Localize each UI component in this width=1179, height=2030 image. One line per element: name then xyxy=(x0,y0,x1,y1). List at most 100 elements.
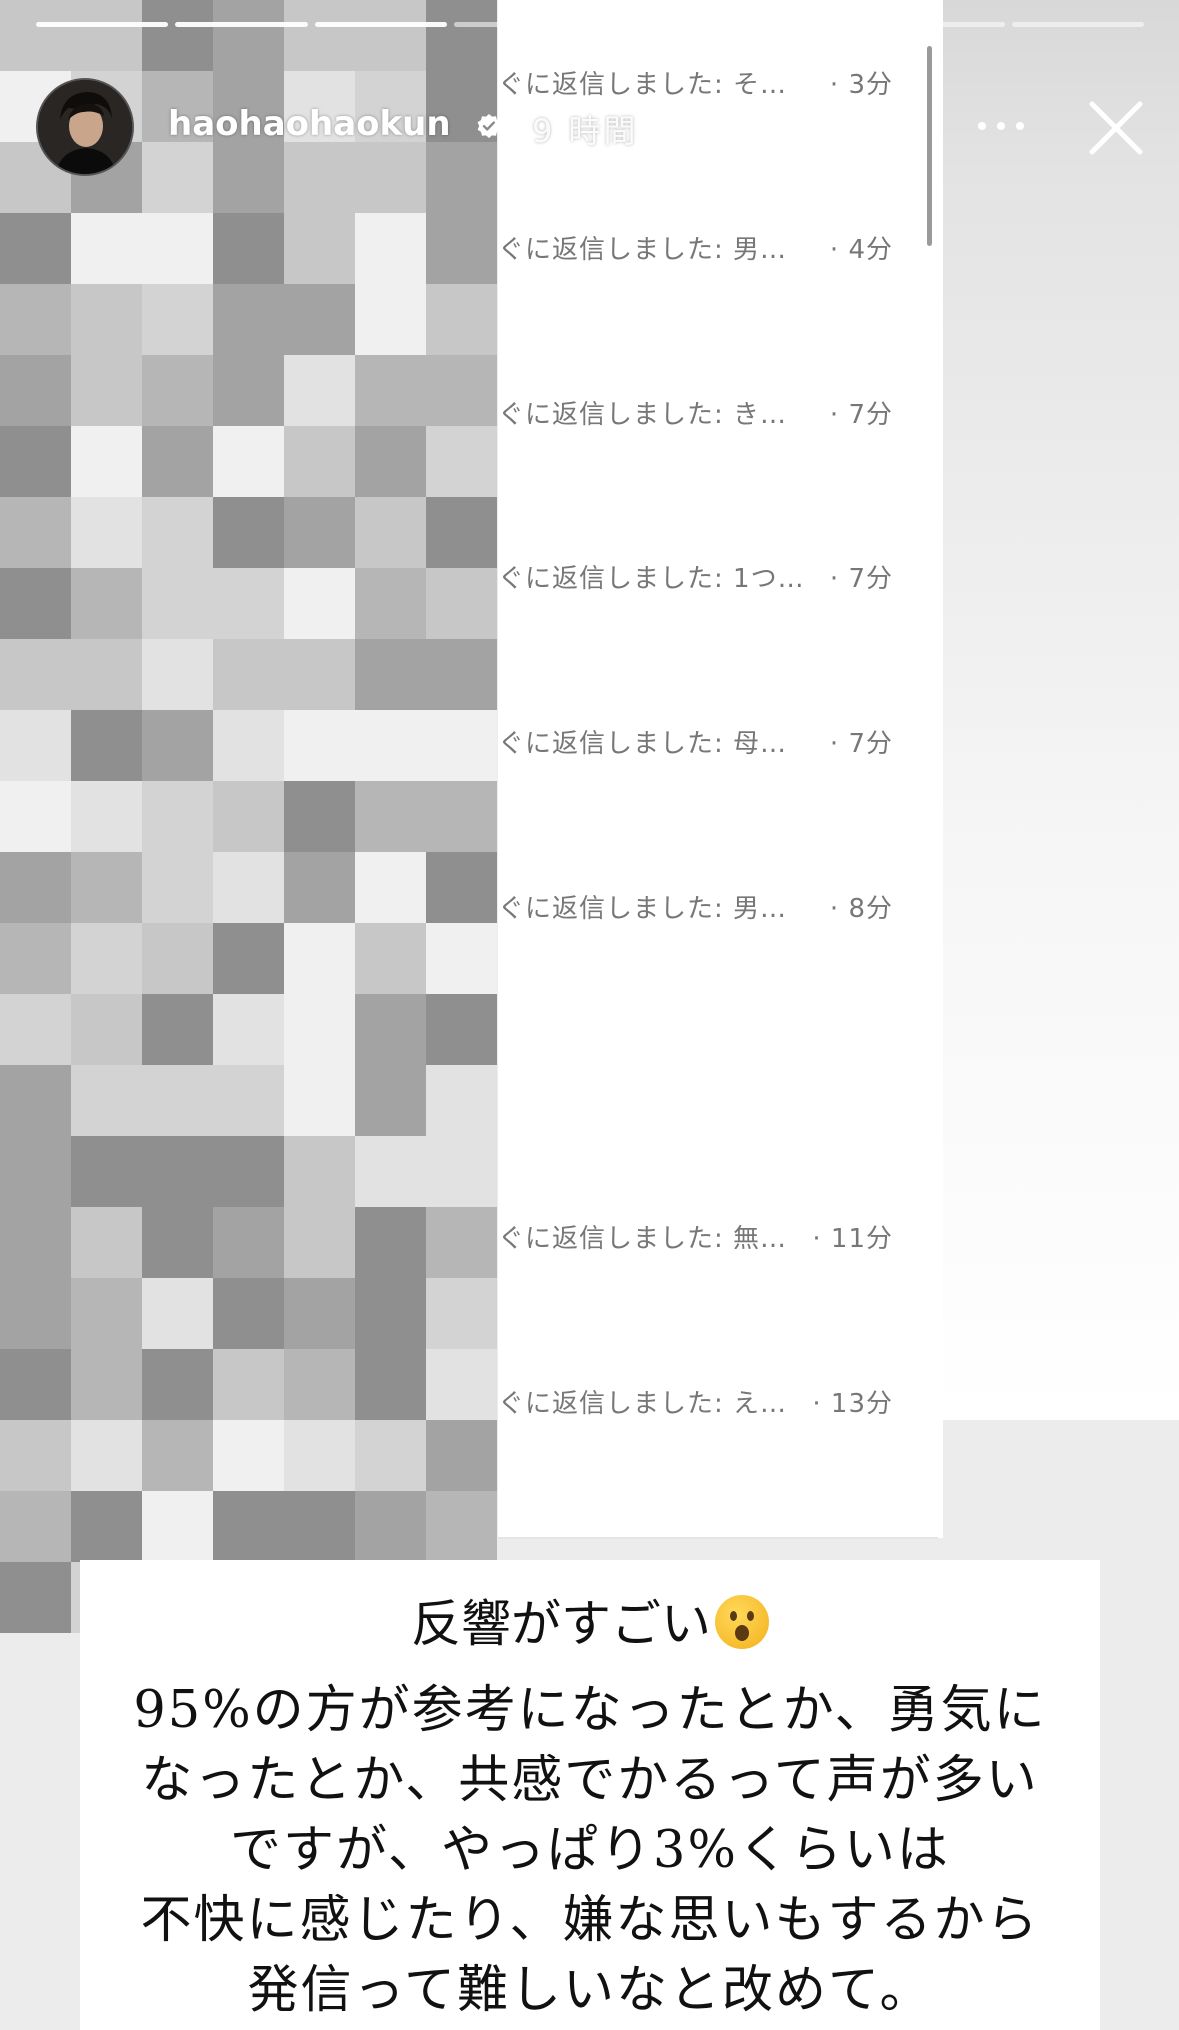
caption-line: 発信って難しいなと改めて。 xyxy=(247,1961,933,2020)
mosaic-tile xyxy=(426,710,497,781)
reply-text: ぐに返信しました: 1つ… xyxy=(498,564,805,594)
reply-text: ぐに返信しました: そ… xyxy=(498,70,788,100)
mosaic-tile xyxy=(142,213,213,284)
reply-text: ぐに返信しました: 母… xyxy=(498,729,788,759)
mosaic-tile xyxy=(213,568,284,639)
mosaic-tile xyxy=(426,497,497,568)
mosaic-tile xyxy=(71,355,142,426)
mosaic-tile xyxy=(142,1349,213,1420)
reply-row: ぐに返信しました: 男… · 8分 xyxy=(498,888,943,928)
mosaic-tile xyxy=(284,1065,355,1136)
mosaic-tile xyxy=(355,0,426,71)
mosaic-tile xyxy=(355,852,426,923)
mosaic-tile xyxy=(0,568,71,639)
mosaic-tile xyxy=(213,284,284,355)
mosaic-tile xyxy=(284,781,355,852)
mosaic-tile xyxy=(355,1207,426,1278)
mosaic-tile xyxy=(284,1491,355,1562)
mosaic-tile xyxy=(71,1349,142,1420)
astonished-face-emoji-icon xyxy=(715,1595,769,1649)
mosaic-tile xyxy=(0,213,71,284)
mosaic-tile xyxy=(71,213,142,284)
mosaic-tile xyxy=(0,1136,71,1207)
mosaic-tile xyxy=(355,497,426,568)
mosaic-tile xyxy=(355,639,426,710)
reply-text: ぐに返信しました: 無… xyxy=(498,1224,788,1254)
mosaic-tile xyxy=(213,923,284,994)
mosaic-tile xyxy=(142,0,213,71)
mosaic-tile xyxy=(284,426,355,497)
mosaic-tile xyxy=(426,1349,497,1420)
mosaic-tile xyxy=(284,923,355,994)
mosaic-tile xyxy=(71,0,142,71)
mosaic-tile xyxy=(213,213,284,284)
mosaic-tile xyxy=(142,781,213,852)
reply-time: · 4分 xyxy=(829,235,893,265)
reply-row: ぐに返信しました: 1つ… · 7分 xyxy=(498,558,943,598)
progress-segment xyxy=(36,22,169,27)
mosaic-tile xyxy=(426,1420,497,1491)
mosaic-tile xyxy=(213,994,284,1065)
mosaic-tile xyxy=(0,710,71,781)
mosaic-tile xyxy=(355,710,426,781)
mosaic-tile xyxy=(0,355,71,426)
reply-time: · 8分 xyxy=(829,894,893,924)
mosaic-tile xyxy=(426,639,497,710)
mosaic-tile xyxy=(71,710,142,781)
close-icon[interactable] xyxy=(1086,98,1146,158)
reply-time: · 11分 xyxy=(812,1224,893,1254)
reply-text: ぐに返信しました: 男… xyxy=(498,894,788,924)
mosaic-tile xyxy=(71,994,142,1065)
mosaic-tile xyxy=(213,1207,284,1278)
story-username[interactable]: haohaohaokun xyxy=(168,104,451,144)
caption-title-text: 反響がすごい xyxy=(411,1595,711,1653)
avatar[interactable] xyxy=(36,78,134,176)
progress-segment xyxy=(593,22,726,27)
mosaic-tile xyxy=(142,994,213,1065)
progress-segment xyxy=(872,22,1005,27)
mosaic-tile xyxy=(142,1136,213,1207)
mosaic-tile xyxy=(71,1278,142,1349)
mosaic-tile xyxy=(355,355,426,426)
mosaic-tile xyxy=(0,639,71,710)
mosaic-tile xyxy=(142,1420,213,1491)
mosaic-tile xyxy=(213,142,284,213)
reply-time: · 13分 xyxy=(812,1389,893,1419)
mosaic-tile xyxy=(0,426,71,497)
mosaic-tile xyxy=(355,284,426,355)
mosaic-tile xyxy=(71,1420,142,1491)
reply-time: · 7分 xyxy=(829,564,893,594)
mosaic-tile xyxy=(71,923,142,994)
pixelated-mosaic-image xyxy=(0,0,498,1633)
mosaic-tile xyxy=(0,1278,71,1349)
mosaic-tile xyxy=(0,1491,71,1562)
mosaic-tile xyxy=(0,994,71,1065)
mosaic-tile xyxy=(355,1065,426,1136)
mosaic-tile xyxy=(142,1207,213,1278)
mosaic-tile xyxy=(284,284,355,355)
caption-line: 95%の方が参考になったとか、勇気に xyxy=(133,1681,1047,1740)
mosaic-tile xyxy=(142,568,213,639)
mosaic-tile xyxy=(426,923,497,994)
mosaic-tile xyxy=(0,0,71,71)
scrollbar-thumb[interactable] xyxy=(927,46,932,246)
mosaic-tile xyxy=(355,213,426,284)
mosaic-tile xyxy=(213,1420,284,1491)
mosaic-tile xyxy=(71,1136,142,1207)
avatar-photo-icon xyxy=(38,80,132,174)
mosaic-tile xyxy=(213,1349,284,1420)
story-caption: 反響がすごい 95%の方が参考になったとか、勇気に なったとか、共感でかるって声… xyxy=(80,1560,1100,2030)
mosaic-tile xyxy=(0,1420,71,1491)
mosaic-tile xyxy=(284,639,355,710)
reply-time: · 7分 xyxy=(829,400,893,430)
reply-row: ぐに返信しました: 男… · 4分 xyxy=(498,229,943,269)
reply-row: ぐに返信しました: え… · 13分 xyxy=(498,1383,943,1423)
progress-segment xyxy=(454,22,587,27)
mosaic-tile xyxy=(355,781,426,852)
mosaic-tile xyxy=(426,1136,497,1207)
reply-time: · 7分 xyxy=(829,729,893,759)
progress-segment xyxy=(314,22,448,27)
more-options-button[interactable] xyxy=(974,106,1028,146)
caption-line: ですが、やっぱり3%くらいは xyxy=(230,1821,950,1880)
mosaic-tile xyxy=(426,1207,497,1278)
